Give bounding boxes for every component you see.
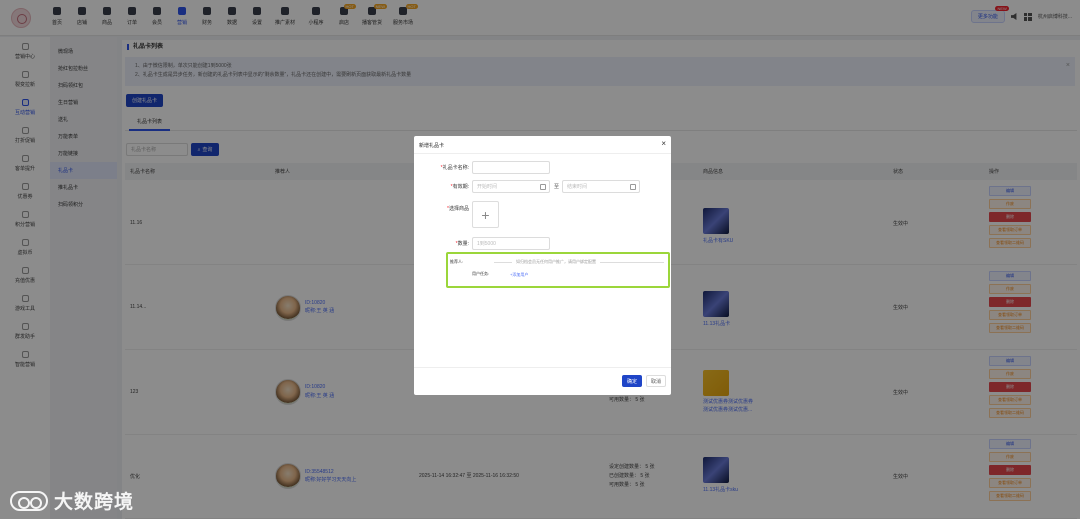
referrer-section: 推荐人: 如归档会员无任何用户推广，请用户绑定配置 用户任务: +添加用户	[446, 252, 670, 288]
user-task-label: 用户任务:	[472, 271, 490, 276]
date-separator: 至	[554, 184, 560, 190]
divider	[414, 367, 671, 368]
add-user-link[interactable]: +添加用户	[510, 272, 528, 278]
new-gift-card-modal: 新增礼品卡 × *礼品卡名称: *有效期: 开始时间 至 结束时间 *选择商品 …	[414, 136, 671, 395]
validity-label: *有效期:	[450, 184, 469, 190]
divider	[414, 153, 671, 154]
confirm-button[interactable]: 确定	[622, 375, 642, 387]
modal-title: 新增礼品卡	[419, 143, 445, 149]
calendar-icon	[630, 184, 636, 190]
start-time-input[interactable]: 开始时间	[472, 180, 550, 193]
referrer-label: 推荐人:	[450, 259, 464, 264]
qty-label: *数量:	[455, 241, 469, 247]
close-icon[interactable]: ×	[661, 139, 666, 148]
watermark-logo	[10, 490, 48, 511]
qty-input[interactable]: 1到5000	[472, 237, 550, 250]
end-time-input[interactable]: 结束时间	[562, 180, 640, 193]
referrer-hint: 如归档会员无任何用户推广，请用户绑定配置	[512, 259, 600, 265]
goods-label: *选择商品	[447, 206, 469, 212]
plus-icon: +	[481, 206, 490, 223]
calendar-icon	[540, 184, 546, 190]
cancel-button[interactable]: 取消	[646, 375, 666, 387]
watermark-text: 大数跨境	[54, 492, 135, 513]
watermark: 大数跨境	[10, 487, 134, 514]
card-name-input[interactable]	[472, 161, 550, 174]
add-goods-button[interactable]: +	[472, 201, 499, 228]
card-name-label: *礼品卡名称:	[440, 165, 469, 171]
